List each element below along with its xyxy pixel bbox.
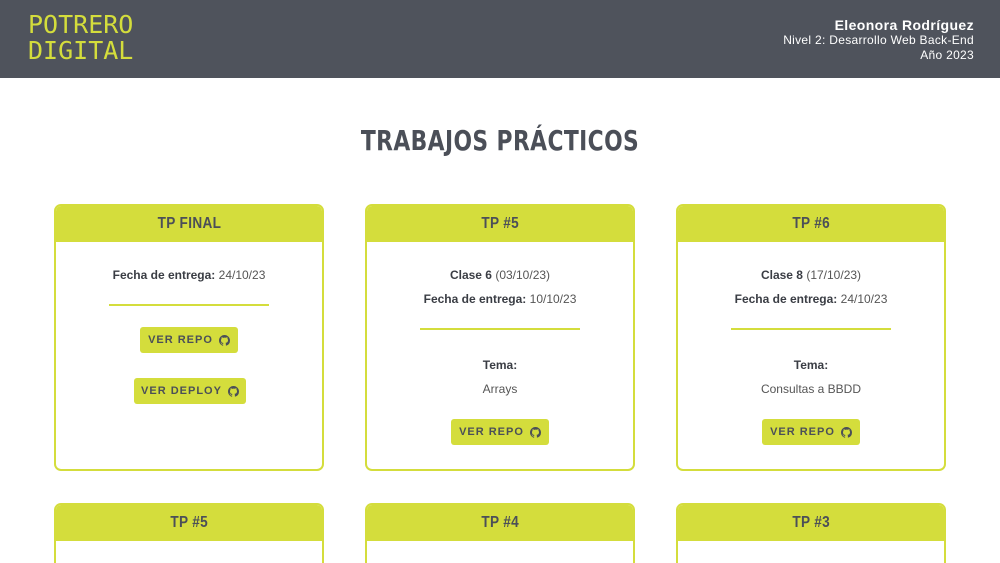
topic-label: Tema: — [793, 358, 829, 372]
delivery-date-label: Fecha de entrega: — [423, 292, 527, 306]
delivery-date-value: 24/10/23 — [218, 268, 266, 282]
card-tp-4: TP #4 — [365, 503, 635, 563]
topic-label-row: Tema: — [367, 358, 633, 372]
topic-label: Tema: — [482, 358, 518, 372]
delivery-date-value: 10/10/23 — [529, 292, 577, 306]
card-tp-5-secondary: TP #5 — [54, 503, 324, 563]
logo-line-2: DIGITAL — [28, 36, 134, 65]
view-repo-button[interactable]: VER REPO — [451, 419, 549, 445]
card-title: TP #6 — [792, 215, 830, 232]
github-icon — [218, 334, 230, 346]
topic-label-row: Tema: — [678, 358, 944, 372]
logo-line-1: POTRERO — [28, 10, 134, 39]
student-name: Eleonora Rodríguez — [834, 17, 974, 33]
view-repo-button[interactable]: VER REPO — [140, 327, 238, 353]
card-title: TP FINAL — [157, 215, 221, 232]
divider — [731, 328, 891, 330]
divider — [420, 328, 580, 330]
topic-value: Consultas a BBDD — [760, 382, 862, 396]
logo[interactable]: POTRERO DIGITAL — [28, 12, 133, 64]
view-repo-label: VER REPO — [770, 426, 835, 438]
card-tp-final: TP FINAL Fecha de entrega: 24/10/23 VER … — [54, 204, 324, 471]
delivery-date-row: Fecha de entrega: 24/10/23 — [56, 268, 322, 282]
view-repo-label: VER REPO — [148, 334, 213, 346]
card-tp-3: TP #3 — [676, 503, 946, 563]
page-title: TRABAJOS PRÁCTICOS — [360, 124, 640, 157]
view-repo-button[interactable]: VER REPO — [762, 419, 860, 445]
delivery-date-row: Fecha de entrega: 10/10/23 — [367, 292, 633, 306]
card-header: TP #3 — [678, 505, 944, 541]
card-header: TP #5 — [367, 206, 633, 242]
github-icon — [227, 385, 239, 397]
view-repo-label: VER REPO — [459, 426, 524, 438]
card-title: TP #3 — [792, 514, 830, 531]
delivery-date-label: Fecha de entrega: — [734, 292, 838, 306]
class-date: (03/10/23) — [495, 268, 551, 282]
card-header: TP FINAL — [56, 206, 322, 242]
class-label: Clase 8 — [760, 268, 803, 282]
class-date: (17/10/23) — [806, 268, 862, 282]
view-deploy-button[interactable]: VER DEPLOY — [134, 378, 246, 404]
card-title: TP #5 — [481, 215, 519, 232]
github-icon — [840, 426, 852, 438]
delivery-date-value: 24/10/23 — [840, 292, 888, 306]
top-header: POTRERO DIGITAL Eleonora Rodríguez Nivel… — [0, 0, 1000, 78]
class-label: Clase 6 — [449, 268, 492, 282]
card-title: TP #4 — [481, 514, 519, 531]
card-header: TP #6 — [678, 206, 944, 242]
card-tp-6: TP #6 Clase 8 (17/10/23) Fecha de entreg… — [676, 204, 946, 471]
github-icon — [529, 426, 541, 438]
course-level: Nivel 2: Desarrollo Web Back-End — [783, 33, 974, 47]
delivery-date-label: Fecha de entrega: — [112, 268, 216, 282]
student-info: Eleonora Rodríguez Nivel 2: Desarrollo W… — [783, 17, 974, 63]
class-row: Clase 8 (17/10/23) — [678, 268, 944, 282]
course-year: Año 2023 — [920, 48, 974, 62]
card-header: TP #4 — [367, 505, 633, 541]
view-deploy-label: VER DEPLOY — [141, 385, 222, 397]
divider — [109, 304, 269, 306]
card-title: TP #5 — [170, 514, 208, 531]
card-header: TP #5 — [56, 505, 322, 541]
card-tp-5: TP #5 Clase 6 (03/10/23) Fecha de entreg… — [365, 204, 635, 471]
class-row: Clase 6 (03/10/23) — [367, 268, 633, 282]
delivery-date-row: Fecha de entrega: 24/10/23 — [678, 292, 944, 306]
topic-value: Arrays — [482, 382, 518, 396]
